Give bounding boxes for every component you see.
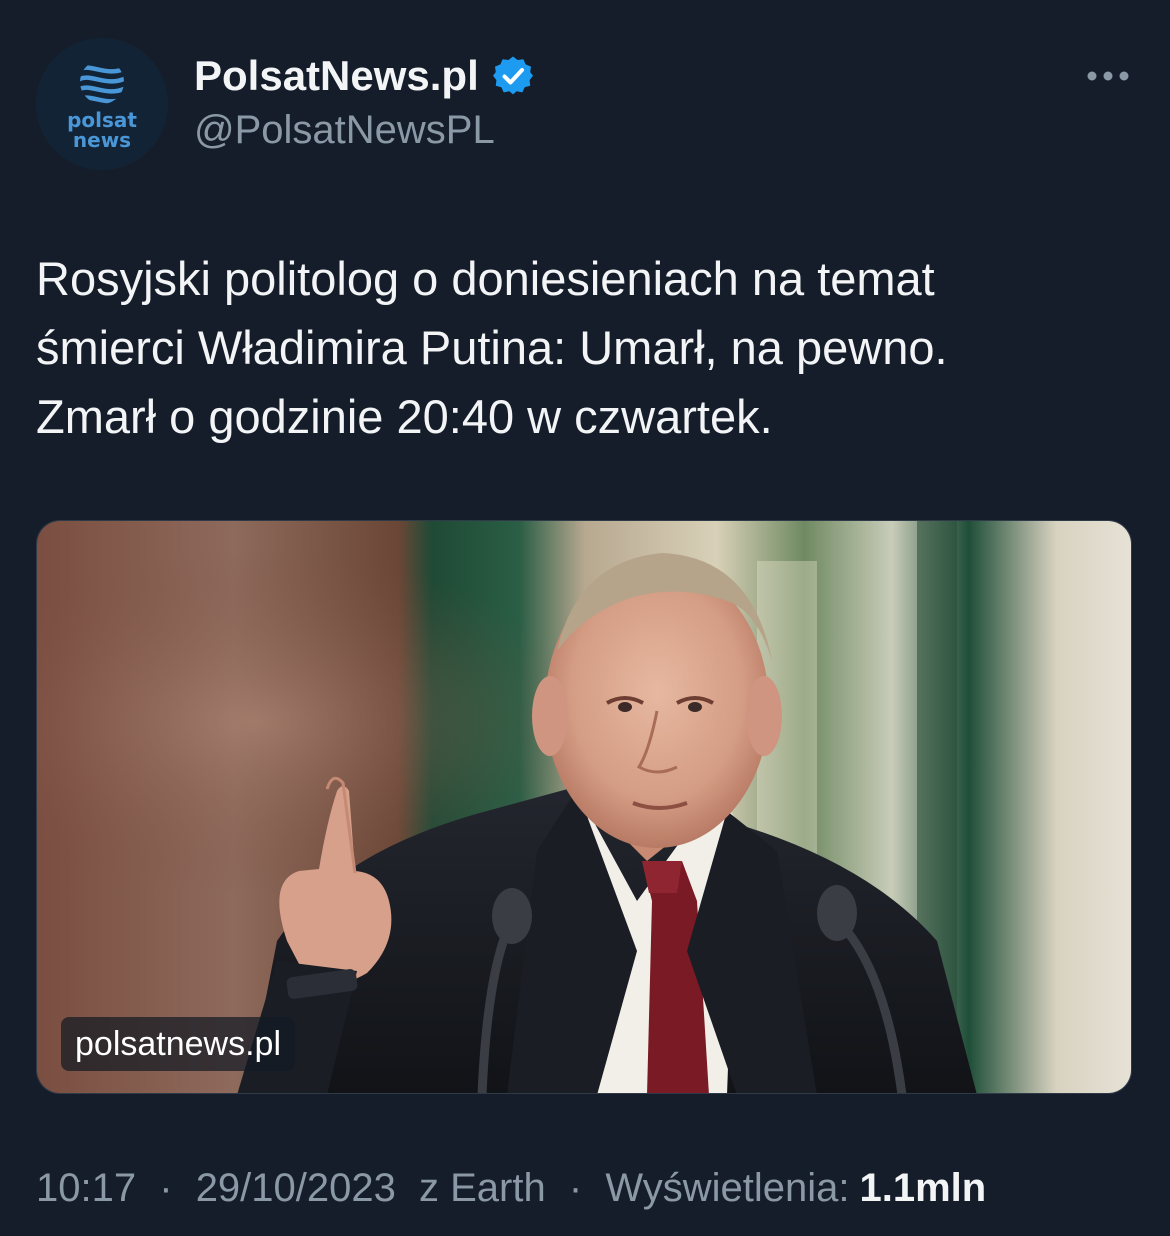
meta-separator: · [159,1166,173,1210]
verified-badge-icon [492,56,533,95]
tweet: polsat news PolsatNews.pl @PolsatNewsPL … [0,0,1170,1236]
tweet-source: z Earth [419,1166,546,1210]
tweet-meta: 10:17 · 29/10/2023 z Earth · Wyświetleni… [36,1166,986,1211]
tweet-date[interactable]: 29/10/2023 [196,1166,396,1210]
more-horizontal-icon [1087,71,1129,81]
media-card[interactable]: polsatnews.pl [36,520,1132,1094]
avatar[interactable]: polsat news [36,38,168,170]
avatar-logo-text: polsat news [67,108,137,152]
tweet-text: Rosyjski politolog o doniesieniach na te… [36,252,948,443]
views-count[interactable]: 1.1mln [859,1166,986,1210]
author-name-text: PolsatNews.pl [194,52,479,99]
meta-separator: · [568,1166,583,1210]
news-photo [37,521,1131,1093]
author-handle[interactable]: @PolsatNewsPL [194,108,495,153]
media-source-label: polsatnews.pl [61,1017,296,1071]
tweet-time[interactable]: 10:17 [36,1166,136,1210]
more-options-button[interactable] [1080,56,1136,96]
polsat-logo-icon [80,65,124,104]
views-label[interactable]: Wyświetlenia: [605,1166,849,1210]
author-display-name[interactable]: PolsatNews.pl [194,52,533,100]
